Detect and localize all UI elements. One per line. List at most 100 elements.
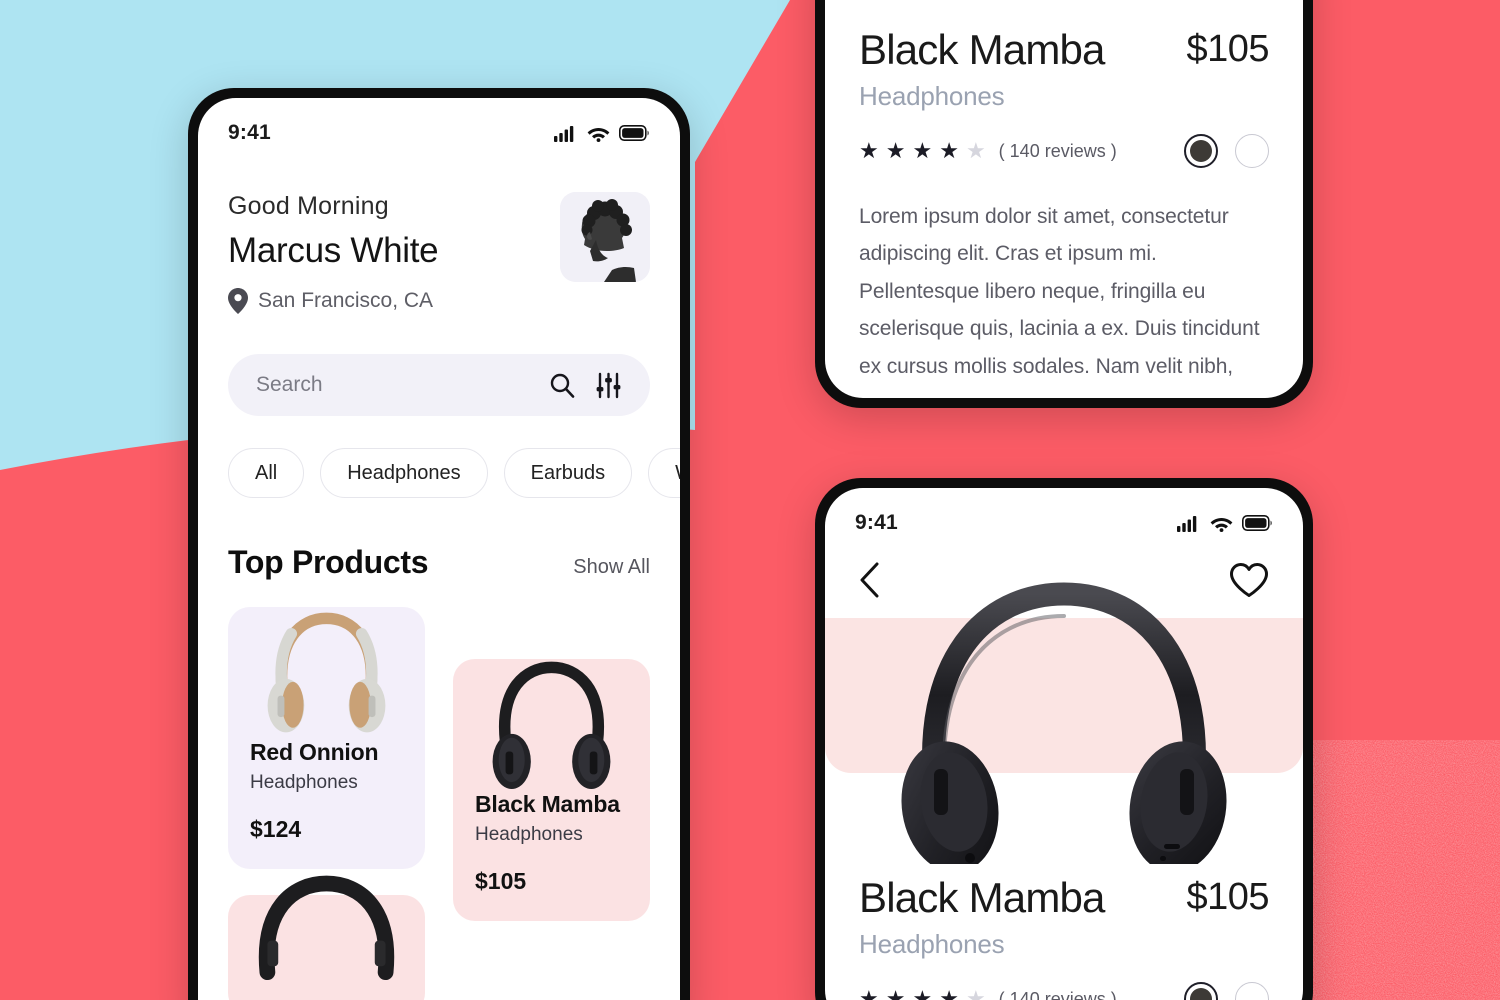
product-card-black-mamba[interactable]: Black Mamba Headphones $105 — [453, 659, 650, 921]
product-price: $105 — [475, 868, 527, 894]
headphones-black-hero-illustration — [901, 582, 1227, 864]
status-icon-group — [554, 125, 650, 142]
headphones-black-illustration — [492, 661, 611, 789]
star-icon: ★ — [859, 986, 879, 1000]
product-price: $124 — [250, 816, 302, 842]
chip-headphones[interactable]: Headphones — [320, 448, 488, 498]
category-chip-row[interactable]: All Headphones Earbuds W — [198, 448, 680, 498]
star-rating: ★ ★ ★ ★ ★ — [859, 140, 986, 162]
product-card-red-onnion[interactable]: Red Onnion Headphones $124 — [228, 607, 425, 869]
product-card-partial-left[interactable] — [228, 875, 425, 1000]
avatar-image — [560, 192, 650, 282]
star-icon: ★ — [885, 986, 906, 1000]
detail-title-block: Black Mamba Headphones — [859, 874, 1105, 960]
search-icon[interactable] — [549, 372, 575, 398]
avatar[interactable] — [560, 192, 650, 282]
product-category: Headphones — [250, 772, 358, 793]
product-detail-screen: 9:41 Black Mamba Headphones $105 ★ ★ ★ ★… — [825, 488, 1303, 1000]
product-detail-card: Black Mamba Headphones $105 ★ ★ ★ ★ ★ (… — [825, 0, 1303, 398]
star-icon: ★ — [912, 138, 933, 164]
product-subtitle: Headphones — [859, 929, 1005, 960]
top-products-section: Top Products Show All Red Onnion Headpho… — [198, 544, 680, 1000]
location-row[interactable]: San Francisco, CA — [228, 288, 438, 314]
chip-wireless[interactable]: W — [648, 448, 680, 498]
location-text: San Francisco, CA — [258, 289, 434, 312]
swatch-dark-charcoal[interactable] — [1184, 982, 1218, 1000]
rating-group: ★ ★ ★ ★ ★ ( 140 reviews ) — [859, 988, 1117, 1000]
product-title: Black Mamba — [859, 26, 1105, 73]
product-grid: Red Onnion Headphones $124 Black Mamba H… — [228, 607, 650, 1000]
rating-group: ★ ★ ★ ★ ★ ( 140 reviews ) — [859, 140, 1117, 162]
poster-canvas: 9:41 Good Morning Marcus White San Franc… — [0, 0, 1500, 1000]
home-screen: 9:41 Good Morning Marcus White San Franc… — [198, 98, 680, 1000]
search-actions — [549, 372, 622, 399]
headphones-black-illustration-partial — [258, 875, 395, 981]
star-icon-empty: ★ — [965, 986, 986, 1000]
greeting-block: Good Morning Marcus White San Francisco,… — [228, 192, 439, 314]
product-category: Headphones — [475, 824, 583, 845]
detail-screen-body: Black Mamba Headphones $105 ★ ★ ★ ★ ★ (… — [825, 874, 1303, 1000]
battery-icon — [1242, 515, 1272, 531]
greeting-row: Good Morning Marcus White San Francisco,… — [228, 192, 650, 314]
swatch-dark-charcoal[interactable] — [1184, 134, 1218, 169]
search-input[interactable] — [256, 373, 549, 397]
product-subtitle: Headphones — [859, 81, 1005, 112]
chevron-left-icon[interactable] — [859, 562, 881, 598]
swatch-white[interactable] — [1235, 134, 1269, 169]
sliders-filter-icon[interactable] — [595, 372, 622, 399]
product-column-left: Red Onnion Headphones $124 — [228, 607, 425, 1000]
product-hero — [825, 544, 1303, 864]
star-icon: ★ — [859, 138, 879, 164]
battery-icon — [619, 125, 649, 141]
chip-all[interactable]: All — [228, 448, 305, 498]
search-bar[interactable] — [228, 354, 650, 416]
color-swatch-group[interactable] — [1184, 134, 1269, 169]
headphones-earcup-illustration-partial — [453, 929, 650, 1000]
home-header: Good Morning Marcus White San Francisco,… — [198, 192, 680, 416]
cellular-signal-icon — [554, 125, 574, 142]
heart-outline-icon[interactable] — [1229, 562, 1269, 598]
detail-title-block: Black Mamba Headphones — [859, 26, 1105, 112]
map-pin-icon — [228, 288, 248, 314]
detail-card-body: Black Mamba Headphones $105 ★ ★ ★ ★ ★ (… — [825, 0, 1303, 398]
hero-product-image — [825, 564, 1303, 864]
color-swatch-group[interactable] — [1184, 982, 1269, 1000]
review-count: ( 140 reviews ) — [998, 140, 1117, 161]
detail-title-row: Black Mamba Headphones $105 — [859, 874, 1269, 960]
wifi-icon — [1210, 517, 1233, 532]
wifi-icon — [587, 127, 610, 142]
status-time: 9:41 — [228, 121, 271, 144]
product-column-right: Black Mamba Headphones $105 — [453, 607, 650, 1000]
detail-title-row: Black Mamba Headphones $105 — [859, 26, 1269, 112]
star-icon: ★ — [885, 138, 906, 164]
product-price: $105 — [1186, 28, 1269, 70]
rating-row: ★ ★ ★ ★ ★ ( 140 reviews ) — [859, 982, 1269, 1000]
headphones-beige-illustration — [267, 612, 386, 733]
star-icon: ★ — [912, 986, 933, 1000]
user-name: Marcus White — [228, 231, 439, 270]
swatch-white[interactable] — [1235, 982, 1269, 1000]
star-icon: ★ — [939, 138, 959, 164]
star-icon-empty: ★ — [965, 138, 986, 164]
hero-nav — [825, 562, 1303, 598]
rating-row: ★ ★ ★ ★ ★ ( 140 reviews ) — [859, 134, 1269, 169]
product-card-partial-right[interactable] — [453, 947, 650, 1000]
product-image-black-mamba — [475, 627, 628, 789]
review-count: ( 140 reviews ) — [998, 988, 1117, 1000]
home-statusbar: 9:41 — [198, 98, 680, 154]
star-rating: ★ ★ ★ ★ ★ — [859, 988, 986, 1000]
phone-detail-frame: 9:41 Black Mamba Headphones $105 ★ ★ ★ ★… — [815, 478, 1313, 1000]
status-time: 9:41 — [855, 511, 898, 534]
phone-home-frame: 9:41 Good Morning Marcus White San Franc… — [188, 88, 690, 1000]
chip-earbuds[interactable]: Earbuds — [503, 448, 633, 498]
detail-card-frame: Black Mamba Headphones $105 ★ ★ ★ ★ ★ (… — [815, 0, 1313, 408]
status-icon-group — [1177, 515, 1273, 532]
detail-statusbar: 9:41 — [825, 488, 1303, 544]
product-description: Lorem ipsum dolor sit amet, consectetur … — [859, 205, 1260, 378]
product-title: Black Mamba — [859, 874, 1105, 921]
star-icon: ★ — [939, 986, 959, 1000]
show-all-link[interactable]: Show All — [573, 556, 650, 579]
product-price: $105 — [1186, 876, 1269, 918]
greeting-text: Good Morning — [228, 192, 389, 220]
cellular-signal-icon — [1177, 515, 1197, 532]
